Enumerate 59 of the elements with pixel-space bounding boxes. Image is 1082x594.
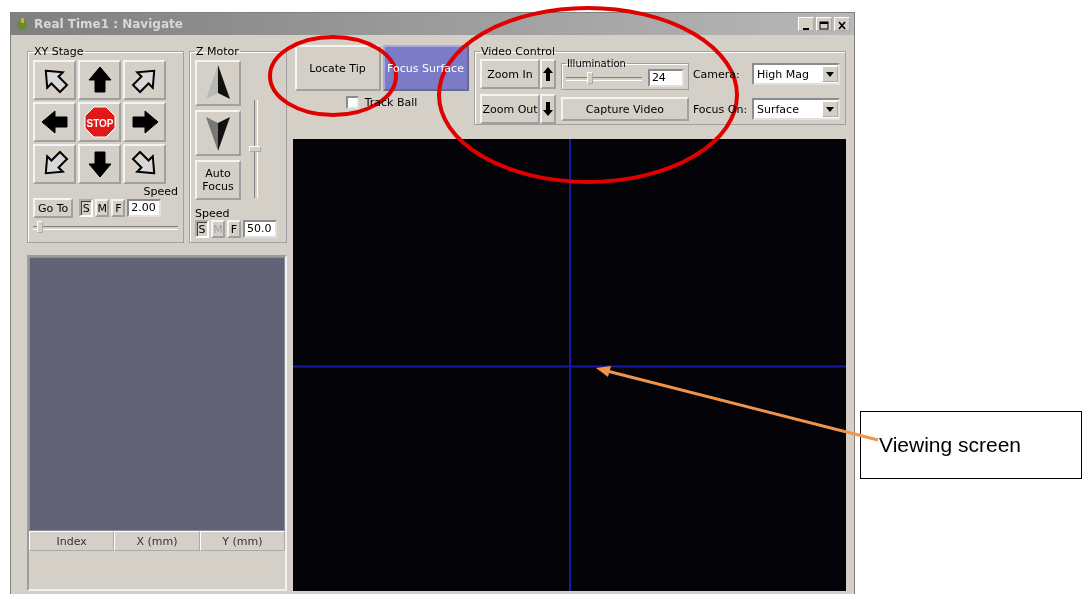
go-to-button[interactable]: Go To (33, 198, 74, 218)
column-header[interactable]: X (mm) (114, 531, 200, 551)
up-button[interactable] (540, 59, 556, 89)
speed-label: Speed (142, 185, 178, 198)
auto-focus-button[interactable]: Auto Focus (195, 160, 241, 200)
move-up-button[interactable] (195, 60, 241, 106)
dropdown-arrow-icon (826, 71, 834, 77)
column-header[interactable]: Y (mm) (199, 531, 285, 551)
group-title: Illumination (565, 58, 627, 69)
camera-dropdown[interactable]: High Mag (752, 63, 840, 85)
jog-button[interactable] (78, 144, 121, 184)
column-header[interactable]: Index (29, 531, 115, 551)
speed-slider[interactable] (33, 221, 178, 233)
speed-toggle[interactable]: S (79, 199, 94, 217)
jog-button[interactable] (78, 60, 121, 100)
maximize-button[interactable] (816, 17, 832, 31)
group-title: XY Stage (33, 45, 85, 58)
checkbox[interactable] (345, 96, 359, 109)
window-title: Real Time1 : Navigate (34, 17, 183, 31)
up-arrow-icon (543, 67, 553, 81)
callout-text: Viewing screen (879, 433, 1022, 457)
jog-button[interactable] (33, 144, 76, 184)
jog-button[interactable] (123, 60, 166, 100)
focus-on-dropdown[interactable]: Surface (752, 98, 840, 120)
jog-button[interactable] (123, 102, 166, 142)
app-icon (15, 17, 29, 31)
speed-toggle[interactable]: M (95, 199, 110, 217)
down-arrow-icon (543, 102, 553, 116)
speed-toggle[interactable]: F (111, 199, 126, 217)
slider-thumb[interactable] (249, 146, 261, 152)
arrow-icon (39, 107, 70, 137)
group-title: Z Motor (195, 45, 240, 58)
slider-thumb[interactable] (37, 221, 44, 233)
arrow-icon (129, 107, 160, 137)
close-button[interactable] (834, 17, 850, 31)
group-title: Video Control (480, 45, 557, 58)
speed-toggle[interactable]: S (195, 220, 209, 238)
zoom-in-button[interactable]: Zoom In (480, 59, 540, 89)
minimize-button[interactable] (798, 17, 814, 31)
slider-thumb[interactable] (586, 72, 593, 84)
stop-button[interactable]: STOP (78, 102, 121, 142)
illumination-slider[interactable] (565, 72, 642, 84)
speed-label: Speed (195, 207, 231, 220)
jog-button[interactable] (33, 102, 76, 142)
zoom-out-button[interactable]: Zoom Out (480, 94, 540, 124)
jog-button[interactable] (33, 60, 76, 100)
capture-video-button[interactable]: Capture Video (560, 97, 689, 121)
close-icon (837, 21, 847, 30)
locate-tip-button[interactable]: Locate Tip (294, 45, 381, 91)
speed-toggle[interactable]: F (227, 220, 241, 238)
speed-field[interactable]: 50.0 (243, 220, 277, 238)
speed-field[interactable]: 2.00 (127, 199, 162, 217)
dropdown-arrow-icon (826, 106, 834, 112)
down-button[interactable] (540, 94, 556, 124)
move-down-button[interactable] (195, 110, 241, 156)
jog-button[interactable] (123, 144, 166, 184)
z-slider[interactable] (249, 100, 261, 198)
illumination-field[interactable]: 24 (647, 69, 684, 87)
maximize-icon (819, 21, 829, 30)
